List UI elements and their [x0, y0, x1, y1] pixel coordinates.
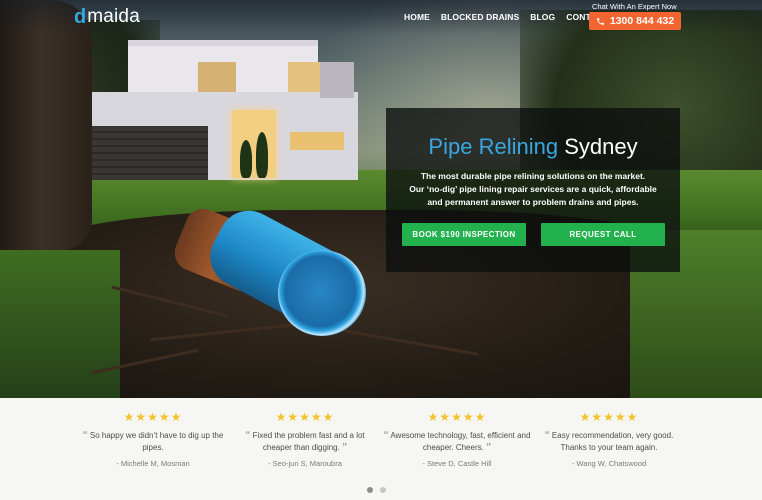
star-rating: ★★★★★ [579, 410, 639, 424]
hero-description-line: and permanent answer to problem drains a… [427, 197, 639, 207]
cypress-tree [240, 140, 252, 178]
hero-card: Pipe Relining Sydney The most durable pi… [386, 108, 680, 272]
testimonial-author: - Wang W, Chatswood [571, 459, 647, 468]
house-garage [88, 126, 208, 180]
close-quote-icon: ” [486, 442, 492, 453]
testimonial-author: - Steve D, Castle Hill [422, 459, 492, 468]
hero-description-line: The most durable pipe relining solutions… [420, 171, 646, 181]
testimonial-text: Fixed the problem fast and a lot cheaper… [252, 431, 365, 452]
nav-home[interactable]: HOME [404, 12, 430, 22]
open-quote-icon: “ [245, 430, 251, 441]
testimonial-quote: “ Awesome technology, fast, efficient an… [382, 430, 532, 454]
testimonial-quote: “ So happy we didn’t have to dig up the … [78, 430, 228, 454]
request-call-button[interactable]: REQUEST CALL [541, 223, 665, 246]
grass-foreground-left [0, 250, 120, 398]
nav-blocked-drains[interactable]: BLOCKED DRAINS [441, 12, 519, 22]
open-quote-icon: “ [82, 430, 88, 441]
open-quote-icon: “ [383, 430, 389, 441]
cypress-tree [256, 132, 268, 178]
testimonial: ★★★★★ “ Awesome technology, fast, effici… [382, 410, 532, 468]
house-window [290, 132, 344, 150]
house-window [232, 110, 276, 178]
house-window [198, 62, 236, 92]
open-quote-icon: “ [544, 430, 550, 441]
hero-description-line: Our ‘no-dig’ pipe lining repair services… [409, 184, 657, 194]
phone-icon [597, 17, 604, 25]
close-quote-icon: ” [342, 442, 348, 453]
testimonial: ★★★★★ “ Fixed the problem fast and a lot… [230, 410, 380, 468]
main-nav: HOME BLOCKED DRAINS BLOG CONTACT [404, 12, 619, 22]
testimonial-text: So happy we didn’t have to dig up the pi… [89, 431, 224, 452]
testimonials-section: ★★★★★ “ So happy we didn’t have to dig u… [0, 398, 762, 500]
testimonial: ★★★★★ “ Easy recommendation, very good. … [534, 410, 684, 468]
star-rating: ★★★★★ [427, 410, 487, 424]
pipe-opening [278, 250, 366, 336]
testimonial-text: Awesome technology, fast, efficient and … [390, 431, 531, 452]
carousel-dot-1[interactable] [367, 487, 373, 493]
logo-text: maida [87, 6, 140, 27]
testimonial-author: - Seo-jun S, Maroubra [268, 459, 342, 468]
testimonial-quote: “ Fixed the problem fast and a lot cheap… [230, 430, 380, 454]
testimonial-author: - Michelle M, Mosman [116, 459, 190, 468]
star-rating: ★★★★★ [275, 410, 335, 424]
site-header: d maida HOME BLOCKED DRAINS BLOG CONTACT… [0, 0, 762, 34]
tree-trunk [0, 0, 92, 250]
book-inspection-button[interactable]: BOOK $190 INSPECTION [402, 223, 526, 246]
house-image [58, 40, 358, 180]
carousel-dots [367, 487, 393, 493]
phone-button[interactable]: 1300 844 432 [589, 12, 681, 30]
hero-title: Pipe Relining Sydney [386, 134, 680, 160]
star-rating: ★★★★★ [123, 410, 183, 424]
testimonial-text: Easy recommendation, very good. Thanks t… [551, 431, 674, 452]
testimonial: ★★★★★ “ So happy we didn’t have to dig u… [78, 410, 228, 468]
testimonial-quote: “ Easy recommendation, very good. Thanks… [534, 430, 684, 454]
hero-description: The most durable pipe relining solutions… [400, 170, 666, 209]
phone-number: 1300 844 432 [609, 15, 675, 27]
carousel-dot-2[interactable] [380, 487, 386, 493]
house-side-wall [320, 62, 354, 98]
nav-blog[interactable]: BLOG [530, 12, 555, 22]
chat-expert-label: Chat With An Expert Now [592, 2, 677, 11]
logo[interactable]: d maida [74, 6, 140, 28]
hero-title-accent: Pipe Relining [428, 134, 559, 159]
logo-mark: d [74, 6, 87, 28]
hero-title-rest: Sydney [564, 134, 638, 159]
